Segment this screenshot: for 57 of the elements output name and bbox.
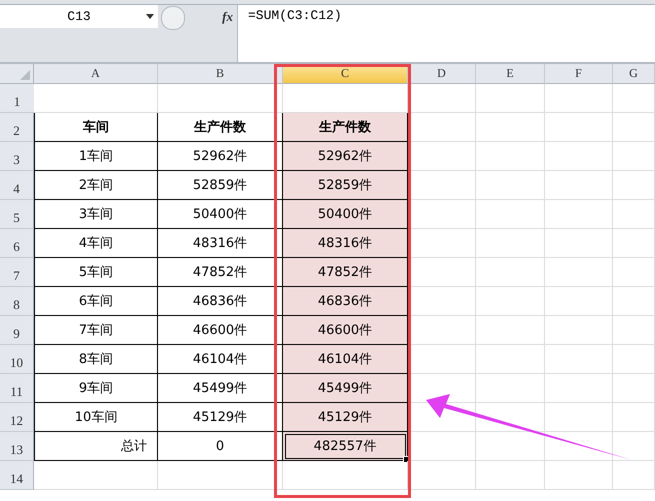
- table-cell: 50400件: [283, 200, 408, 229]
- empty-cell: [408, 461, 476, 490]
- collapse-handle[interactable]: [161, 6, 185, 30]
- row-header[interactable]: 3: [0, 142, 34, 171]
- row-header[interactable]: 9: [0, 316, 34, 345]
- row-header[interactable]: 5: [0, 200, 34, 229]
- table-cell: 46104件: [283, 345, 408, 374]
- row-header[interactable]: 1: [0, 84, 34, 113]
- table-cell: 8车间: [34, 345, 158, 374]
- table-cell: 9车间: [34, 374, 158, 403]
- table-cell: 46836件: [283, 287, 408, 316]
- name-box[interactable]: C13: [0, 5, 158, 28]
- empty-cell: [408, 84, 476, 113]
- column-header[interactable]: B: [158, 64, 283, 84]
- table-cell: 482557件: [283, 432, 408, 461]
- table-cell: 10车间: [34, 403, 158, 432]
- table-cell: 4车间: [34, 229, 158, 258]
- table-cell: 45129件: [283, 403, 408, 432]
- row-header[interactable]: 12: [0, 403, 34, 432]
- table-cell: 3车间: [34, 200, 158, 229]
- insert-function-button[interactable]: fx: [222, 9, 237, 25]
- column-header[interactable]: E: [476, 64, 545, 84]
- empty-cell: [613, 461, 655, 490]
- row-header[interactable]: 14: [0, 461, 34, 490]
- empty-cell: [476, 461, 545, 490]
- table-cell: 车间: [34, 113, 158, 142]
- row-header[interactable]: 11: [0, 374, 34, 403]
- row-header[interactable]: 10: [0, 345, 34, 374]
- row-header[interactable]: 2: [0, 113, 34, 142]
- table-cell: 总计: [34, 432, 158, 461]
- table-cell: 48316件: [283, 229, 408, 258]
- table-cell: 52962件: [283, 142, 408, 171]
- column-header[interactable]: G: [613, 64, 655, 84]
- table-cell: 7车间: [34, 316, 158, 345]
- empty-cell: [545, 84, 613, 113]
- table-cell: 6车间: [34, 287, 158, 316]
- empty-cell: [545, 461, 613, 490]
- table-cell: 生产件数: [283, 113, 408, 142]
- table-cell: 47852件: [283, 258, 408, 287]
- column-header[interactable]: F: [545, 64, 613, 84]
- column-header[interactable]: D: [408, 64, 476, 84]
- caret-icon[interactable]: [146, 14, 154, 19]
- table-cell: 52859件: [283, 171, 408, 200]
- row-header[interactable]: 4: [0, 171, 34, 200]
- table-cell: 5车间: [34, 258, 158, 287]
- empty-cell: [476, 84, 545, 113]
- table-cell: 46600件: [283, 316, 408, 345]
- table-cell: 45499件: [283, 374, 408, 403]
- table-cell: 1车间: [34, 142, 158, 171]
- row-header[interactable]: 7: [0, 258, 34, 287]
- empty-cell: [613, 84, 655, 113]
- table-cell: 2车间: [34, 171, 158, 200]
- row-header[interactable]: 13: [0, 432, 34, 461]
- formula-field[interactable]: =SUM(C3:C12): [237, 5, 655, 62]
- column-header[interactable]: A: [34, 64, 158, 84]
- row-header[interactable]: 6: [0, 229, 34, 258]
- row-header[interactable]: 8: [0, 287, 34, 316]
